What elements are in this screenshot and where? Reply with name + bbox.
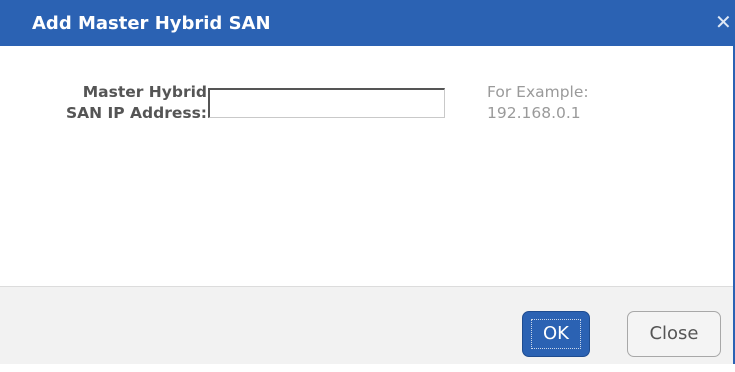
master-hybrid-san-ip-input[interactable] bbox=[208, 88, 445, 118]
ip-address-label-line2: SAN IP Address: bbox=[65, 104, 207, 122]
close-button-label: Close bbox=[649, 323, 699, 344]
close-icon[interactable]: ✕ bbox=[715, 10, 735, 34]
dialog-footer: OK Close bbox=[0, 286, 733, 364]
dialog-content: Master Hybrid SAN IP Address: For Exampl… bbox=[0, 46, 733, 286]
ip-example-hint: For Example: 192.168.0.1 bbox=[487, 82, 589, 124]
ok-button-label: OK bbox=[543, 323, 569, 344]
dialog-bottom-edge bbox=[0, 364, 735, 372]
dialog-title: Add Master Hybrid SAN bbox=[32, 13, 271, 34]
add-master-hybrid-san-dialog: Add Master Hybrid SAN ✕ Master Hybrid SA… bbox=[0, 0, 735, 372]
ip-example-hint-line1: For Example: bbox=[487, 83, 589, 101]
ip-address-label: Master Hybrid SAN IP Address: bbox=[0, 82, 207, 124]
dialog-title-bar: Add Master Hybrid SAN ✕ bbox=[0, 0, 735, 46]
ok-button[interactable]: OK bbox=[522, 311, 590, 357]
ip-address-label-line1: Master Hybrid bbox=[82, 83, 207, 101]
close-button[interactable]: Close bbox=[627, 311, 721, 357]
ip-example-hint-line2: 192.168.0.1 bbox=[487, 104, 581, 122]
